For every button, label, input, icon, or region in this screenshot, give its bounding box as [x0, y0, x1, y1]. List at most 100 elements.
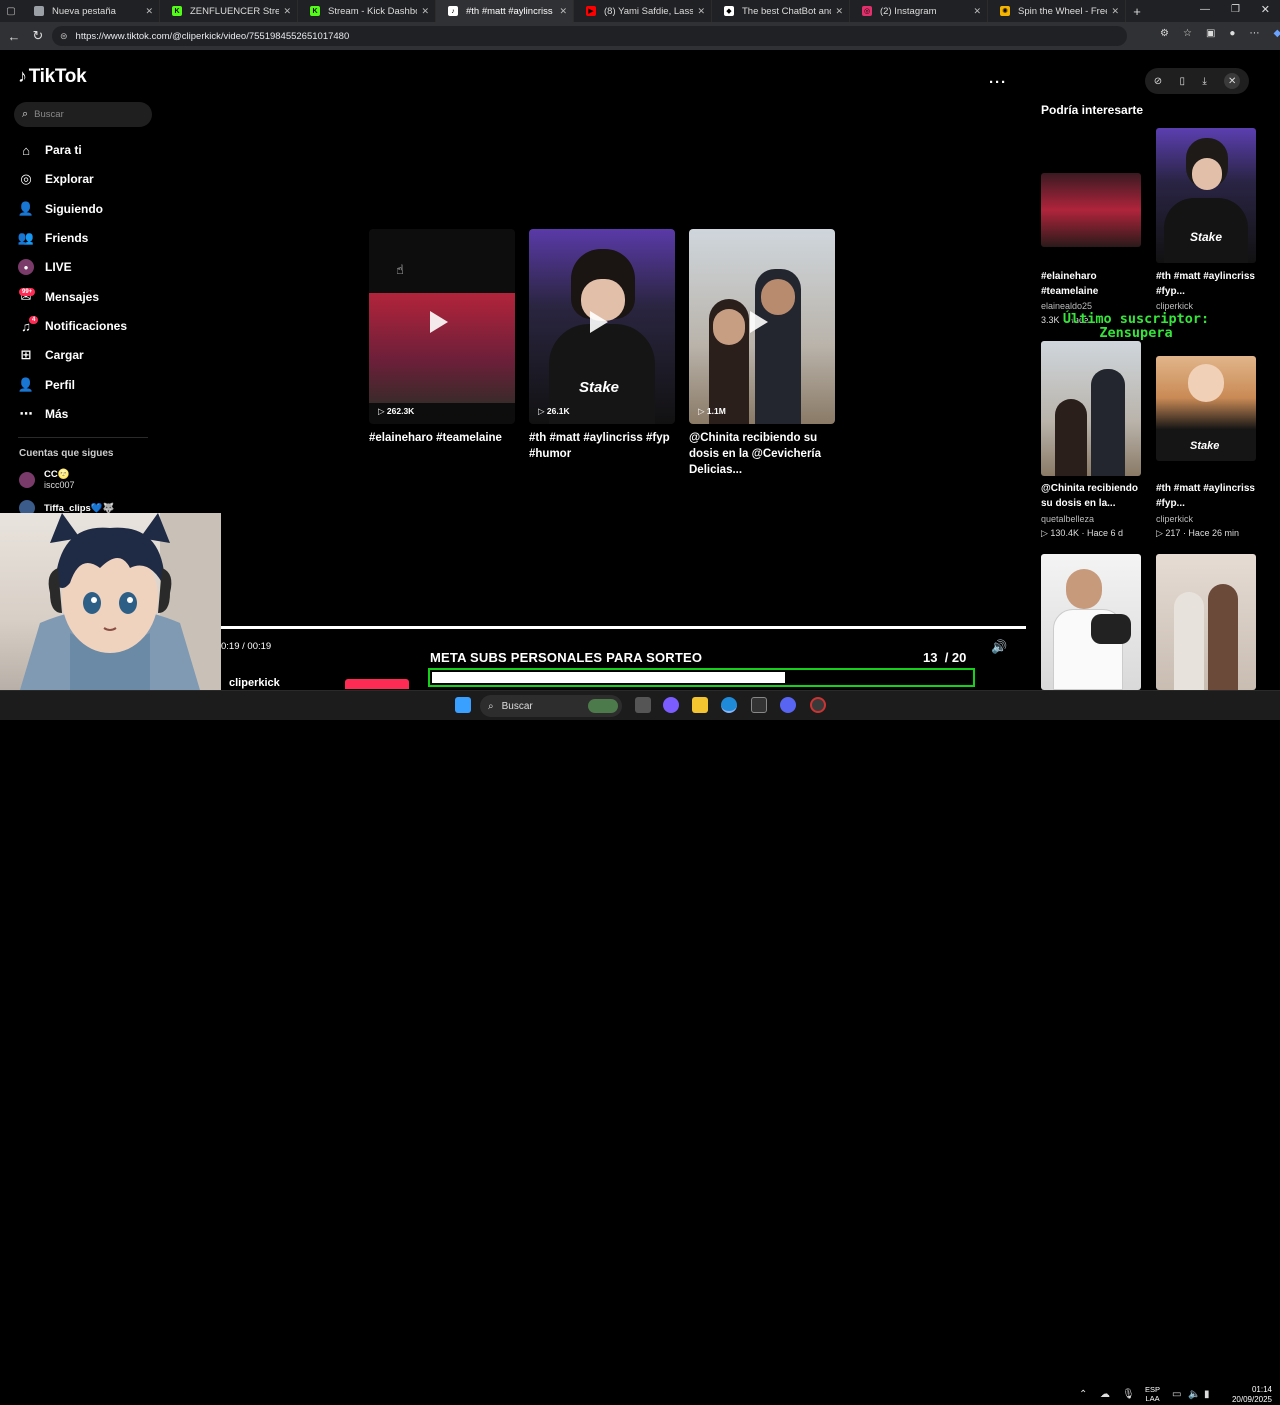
recommended-thumbnail[interactable]	[1041, 554, 1141, 690]
edge-icon[interactable]	[721, 697, 737, 713]
tab-favicon-icon: ♪	[448, 6, 458, 16]
restore-icon[interactable]: ❐	[1231, 4, 1240, 15]
extensions-icon[interactable]: ⚙	[1160, 28, 1169, 39]
microphone-icon[interactable]: 🎙	[1122, 1389, 1135, 1400]
nav-item-cargar[interactable]: ⊞ Cargar	[18, 343, 84, 367]
browser-tab[interactable]: ◆ The best ChatBot and Widg ✕	[712, 0, 850, 22]
favorites-icon[interactable]: ☆	[1183, 28, 1192, 39]
tab-close-icon[interactable]: ✕	[697, 6, 705, 17]
network-icon[interactable]: ▭	[1172, 1389, 1181, 1400]
browser-tab[interactable]: K Stream - Kick Dashboard ✕	[298, 0, 436, 22]
app-icon[interactable]	[810, 697, 826, 713]
nav-item-explorar[interactable]: ◎ Explorar	[18, 167, 94, 191]
taskbar-search[interactable]: ⌕ Buscar	[480, 695, 622, 717]
browser-tab[interactable]: ◎ (2) Instagram ✕	[850, 0, 988, 22]
video-caption[interactable]: #th #matt #aylincriss #fyp #humor	[529, 430, 675, 462]
tray-chevron-icon[interactable]: ⌃	[1079, 1389, 1087, 1400]
recommended-caption[interactable]: @Chinita recibiendo su dosis en la...	[1041, 481, 1145, 511]
recommended-author[interactable]: quetalbelleza	[1041, 514, 1094, 524]
tab-close-icon[interactable]: ✕	[1111, 6, 1119, 17]
browser-tab[interactable]: ♪ #th #matt #aylincriss ✕	[436, 0, 574, 22]
video-card[interactable]: ▷ 1.1M	[689, 229, 835, 424]
menu-icon[interactable]: ⋯	[1249, 28, 1259, 39]
file-explorer-icon[interactable]	[692, 697, 708, 713]
recommended-stats-value: 217 · Hace 26 min	[1165, 528, 1239, 538]
recommended-thumbnail[interactable]: Stake	[1156, 356, 1256, 461]
task-view-icon[interactable]	[635, 697, 651, 713]
copilot-icon[interactable]: ◆	[1273, 28, 1280, 39]
nav-item-más[interactable]: ⋯ Más	[18, 402, 69, 426]
browser-tab-bar: ▢ Nueva pestaña ✕ K ZENFLUENCER Stream - Wa…	[0, 0, 1280, 22]
video-card[interactable]: ▷ 262.3K	[369, 229, 515, 424]
follow-button[interactable]	[345, 679, 409, 689]
search-input[interactable]: ⌕ Buscar	[14, 102, 152, 127]
recommended-author[interactable]: elainealdo25	[1041, 301, 1092, 311]
volume-tray-icon[interactable]: 🔈	[1188, 1389, 1200, 1400]
site-info-icon[interactable]: ⊜	[60, 31, 68, 42]
clock[interactable]: 01:14 20/09/2025	[1222, 1385, 1272, 1405]
video-caption[interactable]: #elaineharo #teamelaine	[369, 430, 515, 446]
recommended-author[interactable]: cliperkick	[1156, 301, 1193, 311]
address-bar: ← ↻ ⊜ https://www.tiktok.com/@cliperkick…	[0, 22, 1280, 50]
tab-close-icon[interactable]: ✕	[835, 6, 843, 17]
start-icon[interactable]	[455, 697, 471, 713]
cloud-icon[interactable]: ☁	[1100, 1389, 1110, 1400]
recommended-thumbnail[interactable]	[1156, 554, 1256, 690]
tab-title: (2) Instagram	[880, 5, 937, 17]
nav-item-friends[interactable]: 👥 Friends	[18, 226, 88, 250]
browser-tab[interactable]: K ZENFLUENCER Stream - Wa✕	[160, 0, 298, 22]
discord-icon[interactable]	[780, 697, 796, 713]
volume-icon[interactable]: 🔊	[991, 639, 1007, 655]
more-options-icon[interactable]: ···	[989, 74, 1007, 91]
mobile-icon[interactable]: ▯	[1180, 76, 1186, 87]
tiktok-logo[interactable]: ♪ TikTok	[18, 66, 87, 88]
video-author[interactable]: cliperkick	[229, 677, 280, 689]
store-icon[interactable]	[751, 697, 767, 713]
browser-tab[interactable]: Nueva pestaña ✕	[22, 0, 160, 22]
nav-label: Explorar	[45, 172, 94, 186]
new-tab-button[interactable]: +	[1126, 4, 1148, 19]
tab-actions-icon[interactable]: ▢	[0, 0, 22, 22]
reload-icon[interactable]: ↻	[26, 28, 50, 44]
search-placeholder: Buscar	[34, 109, 64, 120]
recommended-caption[interactable]: #th #matt #aylincriss #fyp...	[1156, 269, 1260, 299]
back-icon[interactable]: ←	[2, 29, 26, 44]
profile-avatar[interactable]: ●	[1229, 28, 1235, 39]
video-card[interactable]: Stake ▷ 26.1K	[529, 229, 675, 424]
recommended-caption[interactable]: #th #matt #aylincriss #fyp...	[1156, 481, 1260, 511]
tab-close-icon[interactable]: ✕	[283, 6, 291, 17]
play-icon	[430, 311, 448, 333]
recommended-thumbnail[interactable]	[1041, 341, 1141, 476]
collections-icon[interactable]: ▣	[1206, 28, 1215, 39]
tab-close-icon[interactable]: ✕	[973, 6, 981, 17]
recommended-thumbnail[interactable]: Stake	[1156, 128, 1256, 263]
video-caption[interactable]: @Chinita recibiendo su dosis en la @Cevi…	[689, 430, 835, 478]
battery-icon[interactable]: ▮	[1204, 1389, 1210, 1400]
close-window-icon[interactable]: ✕	[1261, 3, 1270, 16]
browser-tab[interactable]: ▶ (8) Yami Safdie, Lasso - En C✕	[574, 0, 712, 22]
minimize-icon[interactable]: —	[1200, 4, 1210, 15]
tab-close-icon[interactable]: ✕	[421, 6, 429, 17]
video-progress-bar[interactable]	[221, 626, 1026, 629]
download-icon[interactable]: ⤓	[1202, 76, 1206, 87]
nav-item-siguiendo[interactable]: 👤 Siguiendo	[18, 197, 103, 221]
windows-taskbar: ⌕ Buscar ⌃ ☁ 🎙 ESP LAA ▭ 🔈 ▮ 01:14 20/09/2…	[0, 690, 1280, 1404]
url-field[interactable]: ⊜ https://www.tiktok.com/@cliperkick/vid…	[52, 26, 1127, 46]
recommended-caption[interactable]: #elaineharo #teamelaine	[1041, 269, 1145, 299]
recommended-thumbnail[interactable]	[1041, 173, 1141, 247]
copilot-taskbar-icon[interactable]	[663, 697, 679, 713]
tab-close-icon[interactable]: ✕	[559, 6, 567, 17]
nav-item-live[interactable]: ● LIVE	[18, 255, 72, 279]
close-icon[interactable]: ✕	[1224, 73, 1241, 89]
goal-current: 13	[923, 650, 938, 665]
layout-code: LAA	[1145, 1394, 1160, 1403]
explore-icon[interactable]: ⊘	[1154, 76, 1162, 87]
following-item[interactable]: CC🌝 iscc007	[19, 469, 75, 491]
nav-item-perfil[interactable]: 👤 Perfil	[18, 373, 75, 397]
browser-tab[interactable]: ✺ Spin the Wheel - Free and ✕	[988, 0, 1126, 22]
language-indicator[interactable]: ESP LAA	[1145, 1385, 1160, 1403]
recommended-author[interactable]: cliperkick	[1156, 514, 1193, 524]
search-highlight-icon	[588, 699, 618, 713]
nav-item-para-ti[interactable]: ⌂ Para ti	[18, 138, 82, 162]
tab-close-icon[interactable]: ✕	[145, 6, 153, 17]
